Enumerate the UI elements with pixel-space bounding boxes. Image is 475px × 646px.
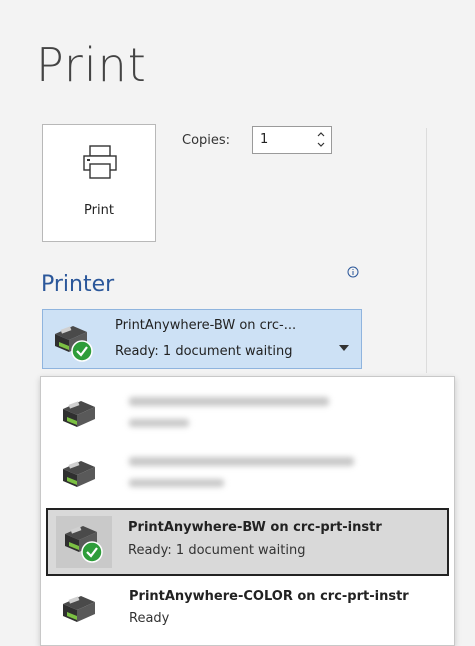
- selected-printer-status: Ready: 1 document waiting: [115, 344, 293, 359]
- list-item[interactable]: [41, 443, 454, 507]
- printer-section-heading: Printer: [41, 272, 115, 297]
- printer-status: Ready: [129, 611, 170, 626]
- copies-value[interactable]: 1: [260, 132, 268, 147]
- printer-name: PrintAnywhere-BW on crc-prt-instr: [128, 520, 382, 535]
- copies-spin-buttons[interactable]: [315, 127, 327, 153]
- ready-check-icon: [71, 340, 93, 366]
- printer-icon: [81, 143, 119, 185]
- list-item-selected[interactable]: PrintAnywhere-BW on crc-prt-instr Ready:…: [46, 508, 449, 576]
- print-button-label: Print: [84, 203, 114, 218]
- printer-select[interactable]: PrintAnywhere-BW on crc-... Ready: 1 doc…: [42, 309, 362, 369]
- blurred-printer-status: [129, 419, 189, 427]
- list-item[interactable]: PrintAnywhere-COLOR on crc-prt-instr Rea…: [41, 578, 454, 642]
- printer-dropdown-list: PrintAnywhere-BW on crc-prt-instr Ready:…: [40, 376, 455, 646]
- list-item[interactable]: [41, 383, 454, 447]
- printer-name: PrintAnywhere-COLOR on crc-prt-instr: [129, 589, 409, 604]
- info-icon[interactable]: [347, 263, 359, 282]
- page-title: Print: [36, 38, 147, 92]
- selected-printer-name: PrintAnywhere-BW on crc-...: [115, 318, 297, 333]
- printer-status: Ready: 1 document waiting: [128, 543, 306, 558]
- ready-check-icon: [81, 541, 103, 567]
- print-button[interactable]: Print: [42, 124, 156, 242]
- printer-icon: [57, 395, 101, 439]
- blurred-printer-name: [129, 457, 354, 466]
- printer-icon: [57, 455, 101, 499]
- spin-down-icon: [317, 142, 325, 147]
- blurred-printer-name: [129, 397, 329, 406]
- chevron-down-icon[interactable]: [339, 336, 349, 355]
- copies-stepper[interactable]: 1: [252, 126, 332, 154]
- blurred-printer-status: [129, 479, 224, 487]
- spin-up-icon: [317, 132, 325, 137]
- backstage-divider: [426, 128, 427, 373]
- printer-icon: [57, 590, 101, 634]
- copies-label: Copies:: [182, 133, 231, 148]
